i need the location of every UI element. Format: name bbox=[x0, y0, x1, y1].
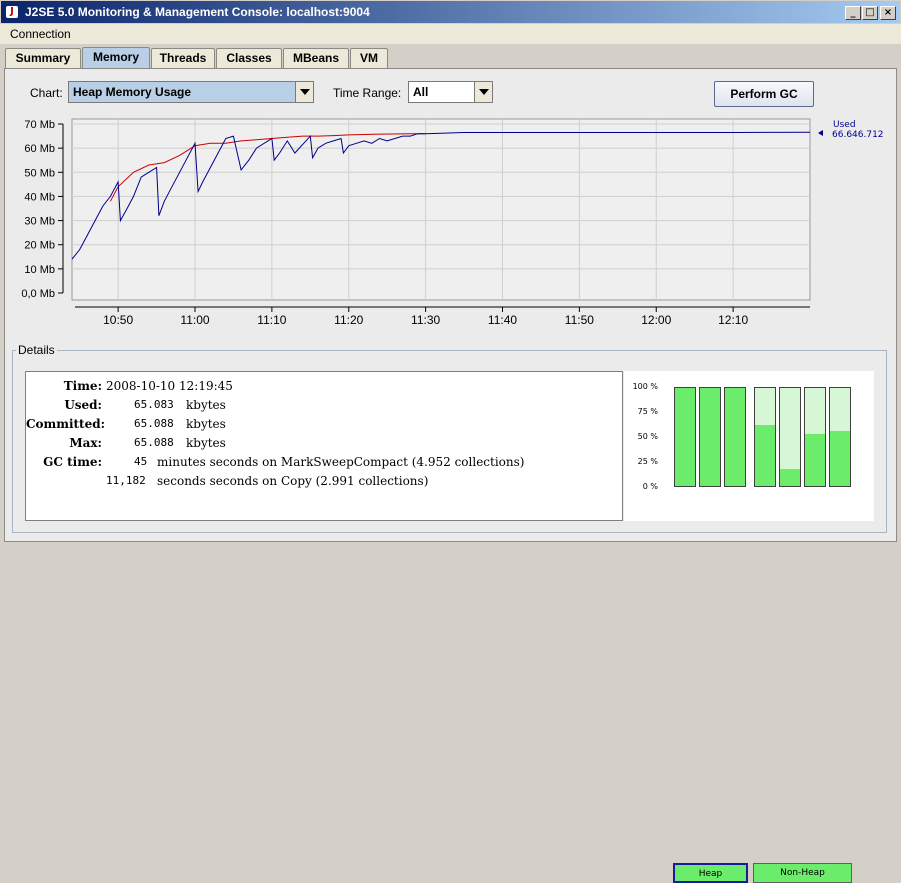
y-tick-label: 0,0 Mb bbox=[21, 288, 55, 300]
time-label: Time: bbox=[63, 379, 102, 393]
nonheap-pool-bar[interactable] bbox=[754, 387, 776, 487]
legend-used-label: Used bbox=[833, 120, 856, 130]
time-value: 2008-10-10 12:19:45 bbox=[106, 379, 233, 393]
y-tick-label: 20 Mb bbox=[24, 240, 55, 252]
details-legend: Details bbox=[16, 343, 57, 357]
legend-arrow-icon bbox=[818, 130, 823, 136]
plot-area bbox=[71, 118, 811, 301]
heap-pool-bar[interactable] bbox=[724, 387, 746, 487]
committed-value: 65.088 bbox=[134, 417, 174, 430]
x-tick-label: 12:00 bbox=[641, 313, 671, 327]
gc-marksweep-value: 45 bbox=[134, 455, 148, 468]
heap-pool-bar[interactable] bbox=[674, 387, 696, 487]
x-tick-label: 11:00 bbox=[180, 313, 209, 327]
x-tick-label: 12:10 bbox=[718, 313, 748, 327]
gc-copy-value: 11,182 bbox=[106, 474, 146, 487]
y-tick-label: 60 Mb bbox=[24, 143, 55, 155]
committed-label: Committed: bbox=[26, 417, 106, 431]
pct-tick: 100 % bbox=[632, 382, 658, 391]
legend-used-value: 66.646.712 bbox=[832, 130, 884, 140]
pool-bar-fill bbox=[700, 388, 720, 486]
max-value: 65.088 bbox=[134, 436, 174, 449]
used-unit: kbytes bbox=[186, 398, 226, 412]
x-tick-label: 11:50 bbox=[565, 313, 594, 327]
gc-marksweep-text: minutes seconds on MarkSweepCompact (4.9… bbox=[157, 455, 525, 469]
x-tick-label: 11:20 bbox=[334, 313, 363, 327]
pct-tick: 25 % bbox=[637, 457, 658, 466]
y-tick-label: 40 Mb bbox=[24, 191, 55, 203]
details-info-box: Time: 2008-10-10 12:19:45 Used: 65.083 kbyt… bbox=[25, 371, 623, 521]
memory-pools-panel: 100 % 75 % 50 % 25 % 0 % Heap Non-Heap bbox=[624, 371, 874, 883]
pct-tick: 75 % bbox=[637, 407, 658, 416]
heap-pool-bar[interactable] bbox=[699, 387, 721, 487]
nonheap-pool-bar[interactable] bbox=[804, 387, 826, 487]
max-label: Max: bbox=[69, 436, 102, 450]
used-label: Used: bbox=[64, 398, 102, 412]
x-tick-label: 11:30 bbox=[411, 313, 440, 327]
pool-bar-fill bbox=[830, 431, 850, 486]
pool-bar-fill bbox=[755, 425, 775, 486]
heap-memory-chart: 70 Mb 60 Mb 50 Mb 40 Mb 30 Mb 20 Mb 10 Mb 0,0 M… bbox=[21, 118, 884, 327]
y-tick-label: 70 Mb bbox=[24, 119, 55, 131]
gc-time-label: GC time: bbox=[43, 455, 102, 469]
max-unit: kbytes bbox=[186, 436, 226, 450]
y-tick-label: 30 Mb bbox=[24, 216, 55, 228]
nonheap-group-button[interactable]: Non-Heap bbox=[753, 863, 852, 883]
y-tick-label: 10 Mb bbox=[24, 264, 55, 276]
x-tick-label: 11:40 bbox=[488, 313, 517, 327]
pool-bar-fill bbox=[675, 388, 695, 486]
gc-copy-text: seconds seconds on Copy (2.991 collectio… bbox=[157, 474, 429, 488]
y-tick-label: 50 Mb bbox=[24, 167, 55, 179]
pool-bar-fill bbox=[725, 388, 745, 486]
nonheap-pool-bar[interactable] bbox=[829, 387, 851, 487]
pct-tick: 0 % bbox=[642, 482, 658, 491]
pool-bar-fill bbox=[780, 469, 800, 486]
pool-bar-fill bbox=[805, 434, 825, 486]
x-tick-label: 10:50 bbox=[103, 313, 133, 327]
used-value: 65.083 bbox=[134, 398, 174, 411]
heap-group-button[interactable]: Heap bbox=[673, 863, 748, 883]
committed-unit: kbytes bbox=[186, 417, 226, 431]
pct-tick: 50 % bbox=[637, 432, 658, 441]
nonheap-pool-bar[interactable] bbox=[779, 387, 801, 487]
x-tick-label: 11:10 bbox=[257, 313, 286, 327]
